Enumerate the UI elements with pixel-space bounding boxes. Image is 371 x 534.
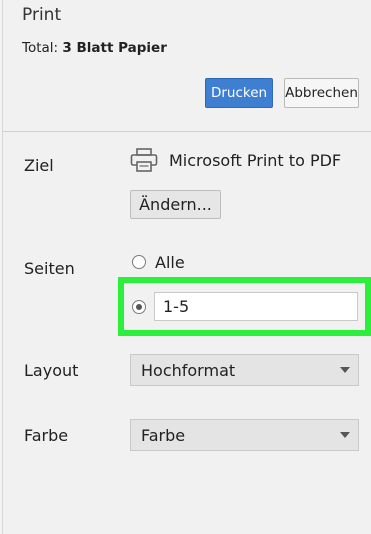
layout-value: Hochformat (141, 360, 236, 380)
total-value: 3 Blatt Papier (62, 40, 167, 56)
header-divider (2, 131, 371, 132)
color-value: Farbe (141, 425, 186, 445)
chevron-down-icon (340, 432, 350, 438)
sheet-total: Total: 3 Blatt Papier (22, 40, 167, 56)
layout-select[interactable]: Hochformat (130, 354, 359, 386)
print-button[interactable]: Drucken (205, 78, 273, 108)
cancel-button[interactable]: Abbrechen (284, 78, 359, 108)
printer-icon (130, 148, 158, 172)
pages-all-radio[interactable] (132, 255, 146, 269)
pages-label: Seiten (24, 259, 75, 278)
destination-label: Ziel (24, 156, 54, 175)
printer-name: Microsoft Print to PDF (169, 151, 342, 170)
pages-custom-radio[interactable] (132, 300, 146, 314)
color-label: Farbe (24, 426, 69, 445)
change-destination-button[interactable]: Ändern... (130, 190, 221, 219)
layout-label: Layout (24, 361, 79, 380)
total-label: Total: (22, 40, 59, 56)
pages-range-input[interactable]: 1-5 (154, 292, 358, 321)
dialog-title: Print (22, 5, 62, 25)
pages-all-label: Alle (155, 253, 185, 272)
color-select[interactable]: Farbe (130, 419, 359, 451)
chevron-down-icon (340, 367, 350, 373)
